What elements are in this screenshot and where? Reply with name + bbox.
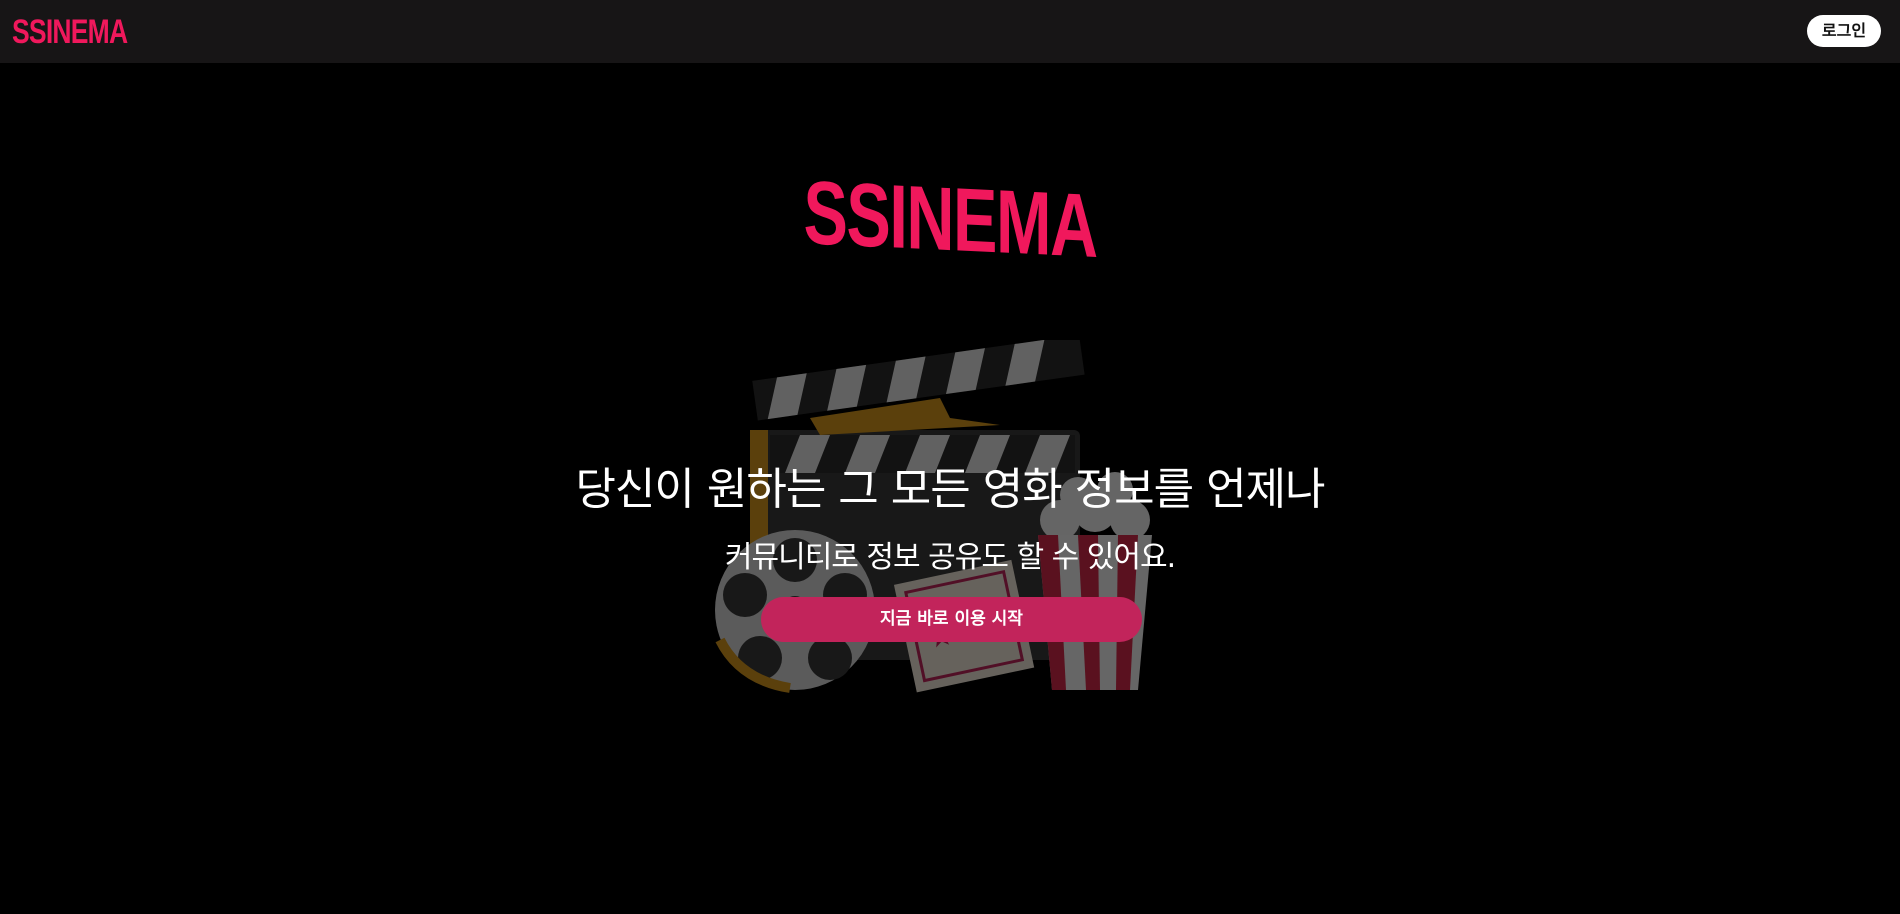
header-logo[interactable]: SSINEMA [12,12,128,52]
movie-illustration-icon: ★★★ [715,340,1152,693]
start-now-button[interactable]: 지금 바로 이용 시작 [761,597,1142,642]
hero-headline: 당신이 원하는 그 모든 영화 정보를 언제나 [575,464,1325,515]
hero-logo-text: SSINEMA [803,163,1097,277]
hero-logo: SSINEMA [0,163,1900,277]
login-button[interactable]: 로그인 [1807,15,1881,47]
hero-subline: 커뮤니티로 정보 공유도 할 수 있어요. [724,540,1176,575]
top-navigation-bar: SSINEMA 로그인 [0,0,1900,63]
